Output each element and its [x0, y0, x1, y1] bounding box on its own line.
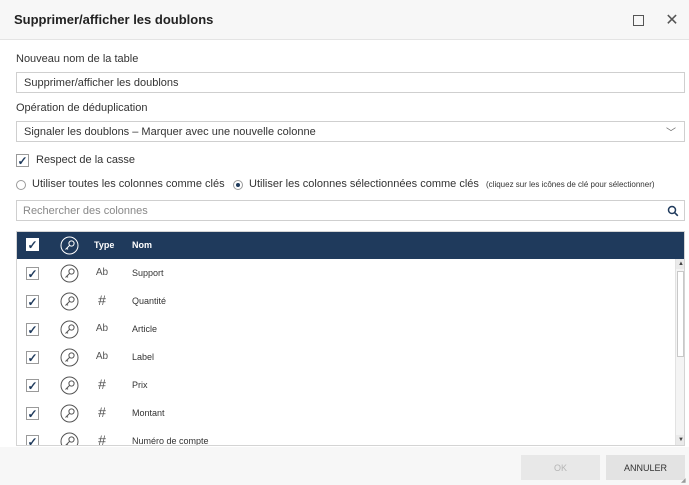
row-name: Support	[132, 268, 164, 278]
key-icon[interactable]	[60, 236, 79, 255]
table-row: ✓ # Prix	[17, 371, 675, 399]
row-checkbox[interactable]: ✓	[26, 295, 39, 308]
dialog-title: Supprimer/afficher les doublons	[14, 12, 214, 27]
resize-grip-icon[interactable]: ◢	[681, 477, 687, 484]
table-row: ✓ Ab Article	[17, 315, 675, 343]
check-icon: ✓	[27, 322, 38, 337]
scroll-down-icon[interactable]: ▼	[676, 435, 684, 445]
grid-scrollbar[interactable]: ▲ ▼	[675, 259, 684, 445]
row-name: Prix	[132, 380, 148, 390]
row-checkbox[interactable]: ✓	[26, 267, 39, 280]
grid-header: ✓ Type Nom	[17, 232, 684, 259]
table-name-input[interactable]: Supprimer/afficher les doublons	[16, 72, 685, 93]
row-name: Quantité	[132, 296, 167, 306]
row-name: Label	[132, 352, 155, 362]
header-name[interactable]: Nom	[132, 240, 152, 250]
row-type: #	[98, 376, 106, 392]
row-name: Article	[132, 324, 158, 334]
dialog-footer: OK ANNULER	[0, 447, 689, 485]
row-type: Ab	[95, 351, 109, 362]
key-icon[interactable]	[60, 404, 79, 423]
row-checkbox[interactable]: ✓	[26, 323, 39, 336]
dedup-operation-label: Opération de déduplication	[16, 102, 148, 114]
check-icon: ✓	[27, 237, 38, 252]
check-icon: ✓	[27, 378, 38, 393]
maximize-icon	[632, 14, 644, 26]
scrollbar-thumb[interactable]	[677, 271, 684, 357]
check-icon: ✓	[27, 434, 38, 446]
row-checkbox[interactable]: ✓	[26, 351, 39, 364]
check-icon: ✓	[27, 350, 38, 365]
columns-grid: ✓ Type Nom ✓ Ab Support ✓ # Quantité ✓ A…	[16, 231, 685, 446]
row-type: #	[98, 404, 106, 420]
row-type: #	[98, 292, 106, 308]
cancel-button[interactable]: ANNULER	[606, 455, 685, 480]
dedup-operation-value: Signaler les doublons – Marquer avec une…	[24, 126, 316, 138]
search-icon[interactable]	[667, 205, 679, 217]
key-icon[interactable]	[60, 432, 79, 446]
dialog-titlebar: Supprimer/afficher les doublons ✕	[0, 0, 689, 40]
row-name: Montant	[132, 408, 165, 418]
column-search-input[interactable]	[17, 201, 637, 220]
close-button[interactable]: ✕	[662, 10, 682, 30]
header-type[interactable]: Type	[94, 240, 114, 250]
key-mode-hint: (cliquez sur les icônes de clé pour séle…	[486, 180, 655, 189]
key-icon[interactable]	[60, 292, 79, 311]
row-type: #	[98, 432, 106, 446]
table-row: ✓ # Quantité	[17, 287, 675, 315]
row-type: Ab	[95, 323, 109, 334]
table-row: ✓ Ab Support	[17, 259, 675, 287]
scroll-up-icon[interactable]: ▲	[676, 259, 684, 269]
maximize-button[interactable]	[628, 10, 648, 30]
radio-selected-columns-label: Utiliser les colonnes sélectionnées comm…	[249, 178, 479, 190]
table-row: ✓ Ab Label	[17, 343, 675, 371]
check-icon: ✓	[27, 266, 38, 281]
table-name-label: Nouveau nom de la table	[16, 53, 139, 65]
case-sensitive-checkbox[interactable]: ✓	[16, 154, 29, 167]
key-icon[interactable]	[60, 320, 79, 339]
table-row: ✓ # Montant	[17, 399, 675, 427]
close-icon: ✕	[665, 12, 679, 29]
column-search-box	[16, 200, 685, 221]
key-icon[interactable]	[60, 264, 79, 283]
chevron-down-icon: ﹀	[666, 128, 676, 139]
row-checkbox[interactable]: ✓	[26, 434, 39, 446]
row-name: Numéro de compte	[132, 436, 209, 446]
key-icon[interactable]	[60, 348, 79, 367]
dedup-operation-select[interactable]: Signaler les doublons – Marquer avec une…	[16, 121, 685, 142]
check-icon: ✓	[27, 294, 38, 309]
radio-selected-columns[interactable]	[233, 180, 243, 190]
ok-button[interactable]: OK	[521, 455, 600, 480]
row-type: Ab	[95, 267, 109, 278]
radio-all-columns-label: Utiliser toutes les colonnes comme clés	[32, 178, 225, 190]
key-mode-radio-group: Utiliser toutes les colonnes comme clés …	[16, 177, 689, 191]
table-row: ✓ # Numéro de compte	[17, 427, 675, 446]
radio-all-columns[interactable]	[16, 180, 26, 190]
case-sensitive-label: Respect de la casse	[36, 154, 136, 166]
select-all-checkbox[interactable]: ✓	[26, 238, 39, 251]
row-checkbox[interactable]: ✓	[26, 407, 39, 420]
row-checkbox[interactable]: ✓	[26, 379, 39, 392]
check-icon: ✓	[17, 153, 28, 168]
key-icon[interactable]	[60, 376, 79, 395]
check-icon: ✓	[27, 406, 38, 421]
